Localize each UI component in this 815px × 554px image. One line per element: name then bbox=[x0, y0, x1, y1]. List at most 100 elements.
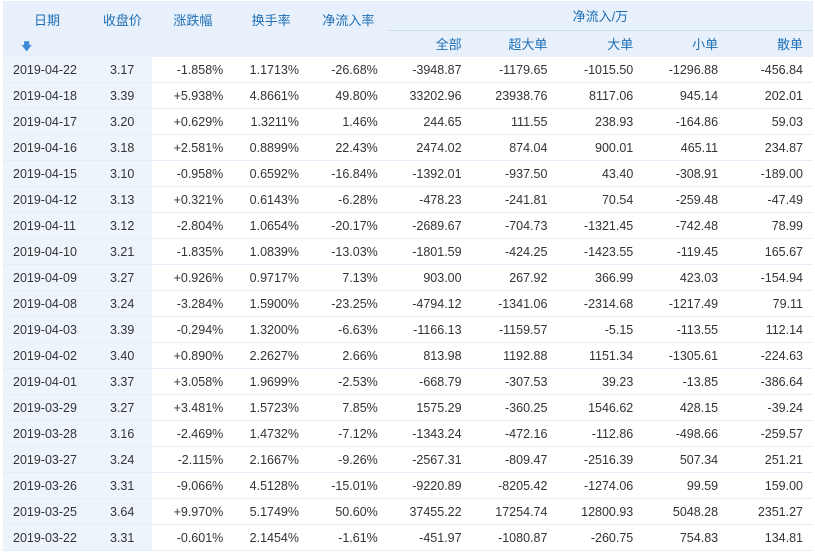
col-header-close[interactable]: 收盘价 bbox=[91, 1, 153, 57]
table-row[interactable]: 2019-03-28 3.16 -2.469% 1.4732% -7.12% -1343.… bbox=[3, 420, 813, 447]
col-header-extra-large[interactable]: 超大单 bbox=[471, 29, 558, 57]
net-inflow-all-cell: -1166.13 bbox=[387, 316, 472, 343]
close-cell: 3.40 bbox=[91, 342, 153, 369]
date-cell: 2019-03-27 bbox=[3, 446, 92, 473]
change-cell: +5.938% bbox=[152, 82, 234, 109]
date-header-label: 日期 bbox=[34, 13, 61, 28]
table-row[interactable]: 2019-04-12 3.13 +0.321% 0.6143% -6.28% -478.2… bbox=[3, 186, 813, 213]
table-row[interactable]: 2019-04-17 3.20 +0.629% 1.3211% 1.46% 244.65 1… bbox=[3, 108, 813, 135]
table-row[interactable]: 2019-03-22 3.31 -0.601% 2.1454% -1.61% -451.9… bbox=[3, 524, 813, 551]
table-row[interactable]: 2019-04-08 3.24 -3.284% 1.5900% -23.25% -4794… bbox=[3, 290, 813, 317]
close-cell: 3.13 bbox=[91, 186, 153, 213]
col-header-large[interactable]: 大单 bbox=[557, 29, 644, 57]
date-cell: 2019-03-28 bbox=[3, 420, 92, 447]
close-cell: 3.37 bbox=[91, 368, 153, 395]
net-inflow-retail-cell: -259.57 bbox=[728, 420, 813, 447]
inflow-ratio-cell: 7.13% bbox=[309, 264, 388, 291]
date-cell: 2019-04-10 bbox=[3, 238, 92, 265]
net-inflow-all-cell: 813.98 bbox=[387, 342, 472, 369]
net-inflow-small-cell: -498.66 bbox=[643, 420, 729, 447]
net-inflow-all-cell: 244.65 bbox=[387, 108, 472, 135]
inflow-ratio-cell: -6.63% bbox=[309, 316, 388, 343]
turnover-cell: 4.5128% bbox=[233, 472, 309, 499]
net-inflow-all-cell: -3948.87 bbox=[387, 57, 472, 83]
net-inflow-retail-cell: -224.63 bbox=[728, 342, 813, 369]
net-inflow-retail-cell: 251.21 bbox=[728, 446, 813, 473]
net-inflow-retail-cell: -154.94 bbox=[728, 264, 813, 291]
table-row[interactable]: 2019-03-27 3.24 -2.115% 2.1667% -9.26% -2567.… bbox=[3, 446, 813, 473]
col-header-inflow-ratio[interactable]: 净流入率 bbox=[309, 1, 388, 57]
net-inflow-small-cell: -164.86 bbox=[643, 108, 729, 135]
inflow-ratio-cell: -6.28% bbox=[309, 186, 388, 213]
inflow-ratio-cell: 1.46% bbox=[309, 108, 388, 135]
net-inflow-large-cell: 238.93 bbox=[557, 108, 644, 135]
net-inflow-all-cell: -1343.24 bbox=[387, 420, 472, 447]
net-inflow-large-cell: 39.23 bbox=[557, 368, 644, 395]
inflow-ratio-cell: -23.25% bbox=[309, 290, 388, 317]
table-row[interactable]: 2019-03-25 3.64 +9.970% 5.1749% 50.60% 37455.… bbox=[3, 498, 813, 525]
net-inflow-small-cell: -1296.88 bbox=[643, 57, 729, 83]
table-row[interactable]: 2019-04-18 3.39 +5.938% 4.8661% 49.80% 33202.… bbox=[3, 82, 813, 109]
col-header-turnover[interactable]: 换手率 bbox=[233, 1, 309, 57]
change-cell: -1.835% bbox=[152, 238, 234, 265]
change-cell: -0.958% bbox=[152, 160, 234, 187]
close-cell: 3.12 bbox=[91, 212, 153, 239]
table-row[interactable]: 2019-04-09 3.27 +0.926% 0.9717% 7.13% 903.00 2… bbox=[3, 264, 813, 291]
change-cell: -2.804% bbox=[152, 212, 234, 239]
net-inflow-xl-cell: -704.73 bbox=[471, 212, 558, 239]
net-inflow-all-cell: 1575.29 bbox=[387, 394, 472, 421]
net-inflow-retail-cell: 59.03 bbox=[728, 108, 813, 135]
turnover-cell: 1.9699% bbox=[233, 368, 309, 395]
date-cell: 2019-03-22 bbox=[3, 524, 92, 551]
col-header-all[interactable]: 全部 bbox=[387, 29, 472, 57]
date-cell: 2019-04-17 bbox=[3, 108, 92, 135]
change-cell: -2.469% bbox=[152, 420, 234, 447]
net-inflow-retail-cell: -47.49 bbox=[728, 186, 813, 213]
table-row[interactable]: 2019-04-02 3.40 +0.890% 2.2627% 2.66% 813.98 1… bbox=[3, 342, 813, 369]
date-cell: 2019-04-16 bbox=[3, 134, 92, 161]
turnover-cell: 1.1713% bbox=[233, 57, 309, 83]
date-cell: 2019-04-15 bbox=[3, 160, 92, 187]
col-header-change[interactable]: 涨跌幅 bbox=[152, 1, 234, 57]
turnover-cell: 0.6143% bbox=[233, 186, 309, 213]
inflow-ratio-cell: -1.61% bbox=[309, 524, 388, 551]
change-cell: -9.066% bbox=[152, 472, 234, 499]
net-inflow-small-cell: 5048.28 bbox=[643, 498, 729, 525]
date-cell: 2019-03-26 bbox=[3, 472, 92, 499]
table-row[interactable]: 2019-04-01 3.37 +3.058% 1.9699% -2.53% -668.7… bbox=[3, 368, 813, 395]
change-cell: -2.115% bbox=[152, 446, 234, 473]
table-row[interactable]: 2019-04-03 3.39 -0.294% 1.3200% -6.63% -1166.… bbox=[3, 316, 813, 343]
table-row[interactable]: 2019-04-22 3.17 -1.858% 1.1713% -26.68% -3948… bbox=[3, 57, 813, 83]
net-inflow-small-cell: -308.91 bbox=[643, 160, 729, 187]
table-row[interactable]: 2019-03-29 3.27 +3.481% 1.5723% 7.85% 1575.29… bbox=[3, 394, 813, 421]
col-header-date[interactable]: 日期 🡇 bbox=[3, 1, 92, 57]
net-inflow-large-cell: 1151.34 bbox=[557, 342, 644, 369]
net-inflow-large-cell: 12800.93 bbox=[557, 498, 644, 525]
table-row[interactable]: 2019-03-26 3.31 -9.066% 4.5128% -15.01% -9220… bbox=[3, 472, 813, 499]
net-inflow-retail-cell: 112.14 bbox=[728, 316, 813, 343]
table-row[interactable]: 2019-04-11 3.12 -2.804% 1.0654% -20.17% -2689… bbox=[3, 212, 813, 239]
table-row[interactable]: 2019-04-16 3.18 +2.581% 0.8899% 22.43% 2474.0… bbox=[3, 134, 813, 161]
close-cell: 3.17 bbox=[91, 57, 153, 83]
net-inflow-retail-cell: 202.01 bbox=[728, 82, 813, 109]
net-inflow-xl-cell: 267.92 bbox=[471, 264, 558, 291]
col-header-small[interactable]: 小单 bbox=[643, 29, 729, 57]
net-inflow-small-cell: -13.85 bbox=[643, 368, 729, 395]
col-header-retail[interactable]: 散单 bbox=[728, 29, 813, 57]
col-group-net-inflow: 净流入/万 bbox=[387, 1, 813, 31]
net-inflow-large-cell: 8117.06 bbox=[557, 82, 644, 109]
net-inflow-all-cell: -1392.01 bbox=[387, 160, 472, 187]
table-row[interactable]: 2019-04-15 3.10 -0.958% 0.6592% -16.84% -1392… bbox=[3, 160, 813, 187]
capital-flow-table: 日期 🡇 收盘价 涨跌幅 换手率 净流入率 净流入/万 全部 超大单 大单 小单 散单 2… bbox=[3, 1, 813, 551]
change-cell: +3.481% bbox=[152, 394, 234, 421]
net-inflow-all-cell: -478.23 bbox=[387, 186, 472, 213]
close-cell: 3.21 bbox=[91, 238, 153, 265]
net-inflow-xl-cell: -307.53 bbox=[471, 368, 558, 395]
arrow-down-icon[interactable]: 🡇 bbox=[21, 38, 32, 57]
date-cell: 2019-04-22 bbox=[3, 57, 92, 83]
date-cell: 2019-04-09 bbox=[3, 264, 92, 291]
table-row[interactable]: 2019-04-10 3.21 -1.835% 1.0839% -13.03% -1801… bbox=[3, 238, 813, 265]
turnover-cell: 1.5723% bbox=[233, 394, 309, 421]
net-inflow-large-cell: -5.15 bbox=[557, 316, 644, 343]
net-inflow-small-cell: 428.15 bbox=[643, 394, 729, 421]
